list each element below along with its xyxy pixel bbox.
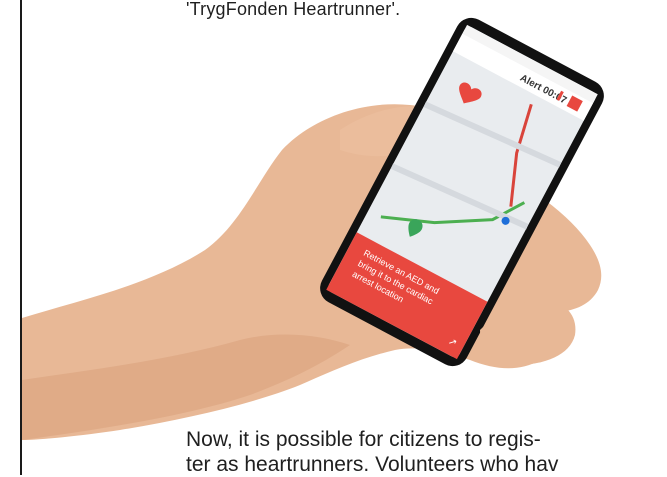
hand-holding-phone-illustration: Alert 00:07 Retrieve an AED and bring it… [22, 17, 604, 440]
body-paragraph: Now, it is possible for citizens to regi… [186, 427, 558, 477]
document-page: 'TrygFonden Heartrunner'. Alert 00:07 Re… [0, 0, 667, 477]
body-line-1: Now, it is possible for citizens to regi… [186, 428, 541, 451]
body-line-2: ter as heartrunners. Volunteers who hav [186, 453, 559, 476]
